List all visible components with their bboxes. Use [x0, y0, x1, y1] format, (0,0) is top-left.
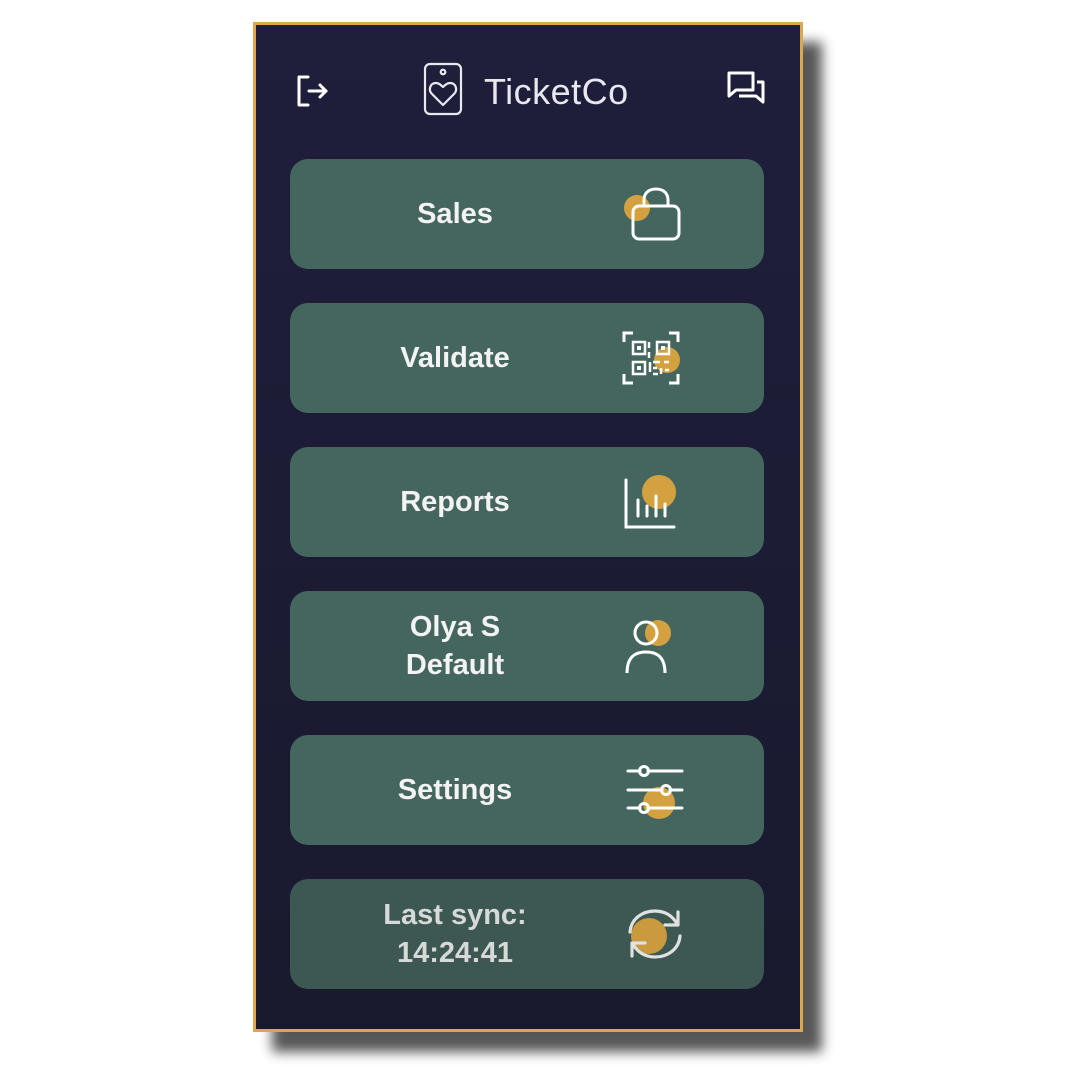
- settings-button[interactable]: Settings: [290, 735, 764, 845]
- validate-button[interactable]: Validate: [290, 303, 764, 413]
- sync-label: Last sync: 14:24:41: [290, 879, 620, 989]
- sliders-icon: [620, 760, 690, 820]
- bar-chart-icon: [620, 472, 690, 532]
- reports-button[interactable]: Reports: [290, 447, 764, 557]
- user-name: Olya S: [409, 611, 501, 643]
- app-title: TicketCo: [484, 70, 629, 112]
- ticket-heart-logo-icon: [422, 61, 464, 122]
- sync-label-text: Last sync:: [383, 899, 527, 931]
- sales-button[interactable]: Sales: [290, 159, 764, 269]
- profile-role: Default: [405, 649, 505, 681]
- profile-label: Olya S Default: [290, 591, 620, 701]
- brand: TicketCo: [422, 61, 629, 122]
- app-screen: TicketCo Sales Validate Reports Olya S D…: [253, 22, 803, 1032]
- validate-label: Validate: [290, 303, 620, 413]
- reports-label-text: Reports: [400, 486, 510, 518]
- qr-scan-icon: [620, 328, 690, 388]
- sales-label: Sales: [290, 159, 620, 269]
- profile-button[interactable]: Olya S Default: [290, 591, 764, 701]
- shopping-bag-icon: [620, 184, 690, 244]
- user-icon: [620, 616, 690, 676]
- sales-label-text: Sales: [417, 198, 493, 230]
- logout-icon[interactable]: [292, 71, 332, 111]
- settings-label-text: Settings: [397, 774, 513, 806]
- sync-time: 14:24:41: [396, 937, 514, 969]
- validate-label-text: Validate: [400, 342, 510, 374]
- app-header: TicketCo: [256, 25, 800, 155]
- settings-label: Settings: [290, 735, 620, 845]
- sync-button[interactable]: Last sync: 14:24:41: [290, 879, 764, 989]
- chat-icon[interactable]: [726, 69, 766, 109]
- sync-icon: [620, 904, 690, 964]
- reports-label: Reports: [290, 447, 620, 557]
